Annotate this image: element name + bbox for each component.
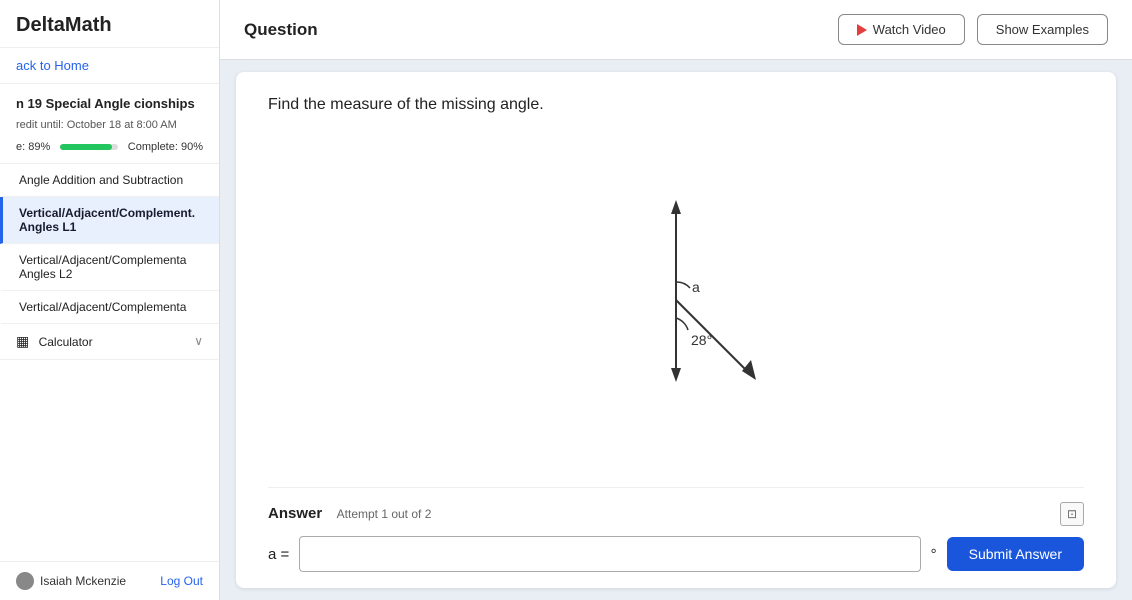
- credit-until: redit until: October 18 at 8:00 AM: [0, 117, 219, 137]
- progress-bar-row: e: 89% Complete: 90%: [0, 137, 219, 164]
- sidebar-item-label: Vertical/Adjacent/Complementa Angles L2: [19, 253, 186, 281]
- play-icon: [857, 24, 867, 36]
- show-examples-label: Show Examples: [996, 22, 1089, 37]
- back-to-home-link[interactable]: ack to Home: [0, 48, 219, 84]
- header-buttons: Watch Video Show Examples: [838, 14, 1108, 45]
- user-info: Isaiah Mckenzie: [16, 572, 126, 590]
- calculator-toggle[interactable]: ▦ Calculator ∨: [0, 324, 219, 360]
- sidebar-item-label: Vertical/Adjacent/Complementa: [19, 300, 186, 314]
- progress-bar-background: [60, 144, 118, 150]
- content-card: Find the measure of the missing angle.: [236, 72, 1116, 588]
- submit-label: Submit Answer: [969, 546, 1062, 562]
- svg-text:a: a: [692, 279, 700, 295]
- submit-answer-button[interactable]: Submit Answer: [947, 537, 1084, 571]
- progress-score-label: e: 89%: [16, 141, 50, 153]
- calculator-label: Calculator: [39, 335, 93, 349]
- logout-link[interactable]: Log Out: [160, 574, 203, 588]
- sidebar-item-angle-addition[interactable]: Angle Addition and Subtraction: [0, 164, 219, 197]
- page-title: Question: [244, 20, 318, 40]
- sidebar-item-label: Vertical/Adjacent/Complement. Angles L1: [19, 206, 195, 234]
- question-text: Find the measure of the missing angle.: [268, 96, 1084, 114]
- answer-section: Answer Attempt 1 out of 2 ⊡ a = ° Submit…: [268, 487, 1084, 572]
- sidebar-footer: Isaiah Mckenzie Log Out: [0, 561, 219, 600]
- show-examples-button[interactable]: Show Examples: [977, 14, 1108, 45]
- answer-label: Answer: [268, 505, 322, 522]
- watch-video-label: Watch Video: [873, 22, 946, 37]
- svg-text:28°: 28°: [691, 332, 712, 348]
- main-area: Question Watch Video Show Examples Find …: [220, 0, 1132, 600]
- calculator-icon: ▦: [16, 333, 29, 349]
- attempt-label: Attempt 1 out of 2: [337, 507, 432, 521]
- answer-heading: Answer Attempt 1 out of 2: [268, 505, 431, 523]
- answer-equals: a =: [268, 546, 289, 563]
- sidebar-item-vertical-l2[interactable]: Vertical/Adjacent/Complementa Angles L2: [0, 244, 219, 291]
- answer-label-row: Answer Attempt 1 out of 2 ⊡: [268, 502, 1084, 526]
- progress-bar-fill: [60, 144, 112, 150]
- angle-diagram: a 28°: [566, 190, 786, 420]
- user-name: Isaiah Mckenzie: [40, 574, 126, 588]
- page-header: Question Watch Video Show Examples: [220, 0, 1132, 60]
- user-avatar-icon: [16, 572, 34, 590]
- answer-input[interactable]: [299, 536, 920, 572]
- watch-video-button[interactable]: Watch Video: [838, 14, 965, 45]
- calculator-chevron-icon: ∨: [194, 334, 203, 348]
- answer-input-row: a = ° Submit Answer: [268, 536, 1084, 572]
- app-logo: DeltaMath: [0, 0, 219, 48]
- sidebar: DeltaMath ack to Home n 19 Special Angle…: [0, 0, 220, 600]
- section-title: n 19 Special Angle cionships: [0, 84, 219, 117]
- progress-complete-label: Complete: 90%: [128, 141, 203, 153]
- sidebar-item-vertical-l1[interactable]: Vertical/Adjacent/Complement. Angles L1: [0, 197, 219, 244]
- sidebar-item-label: Angle Addition and Subtraction: [19, 173, 183, 187]
- expand-button[interactable]: ⊡: [1060, 502, 1084, 526]
- diagram-area: a 28°: [268, 132, 1084, 477]
- sidebar-item-vertical-l3[interactable]: Vertical/Adjacent/Complementa: [0, 291, 219, 324]
- degree-symbol: °: [931, 546, 937, 563]
